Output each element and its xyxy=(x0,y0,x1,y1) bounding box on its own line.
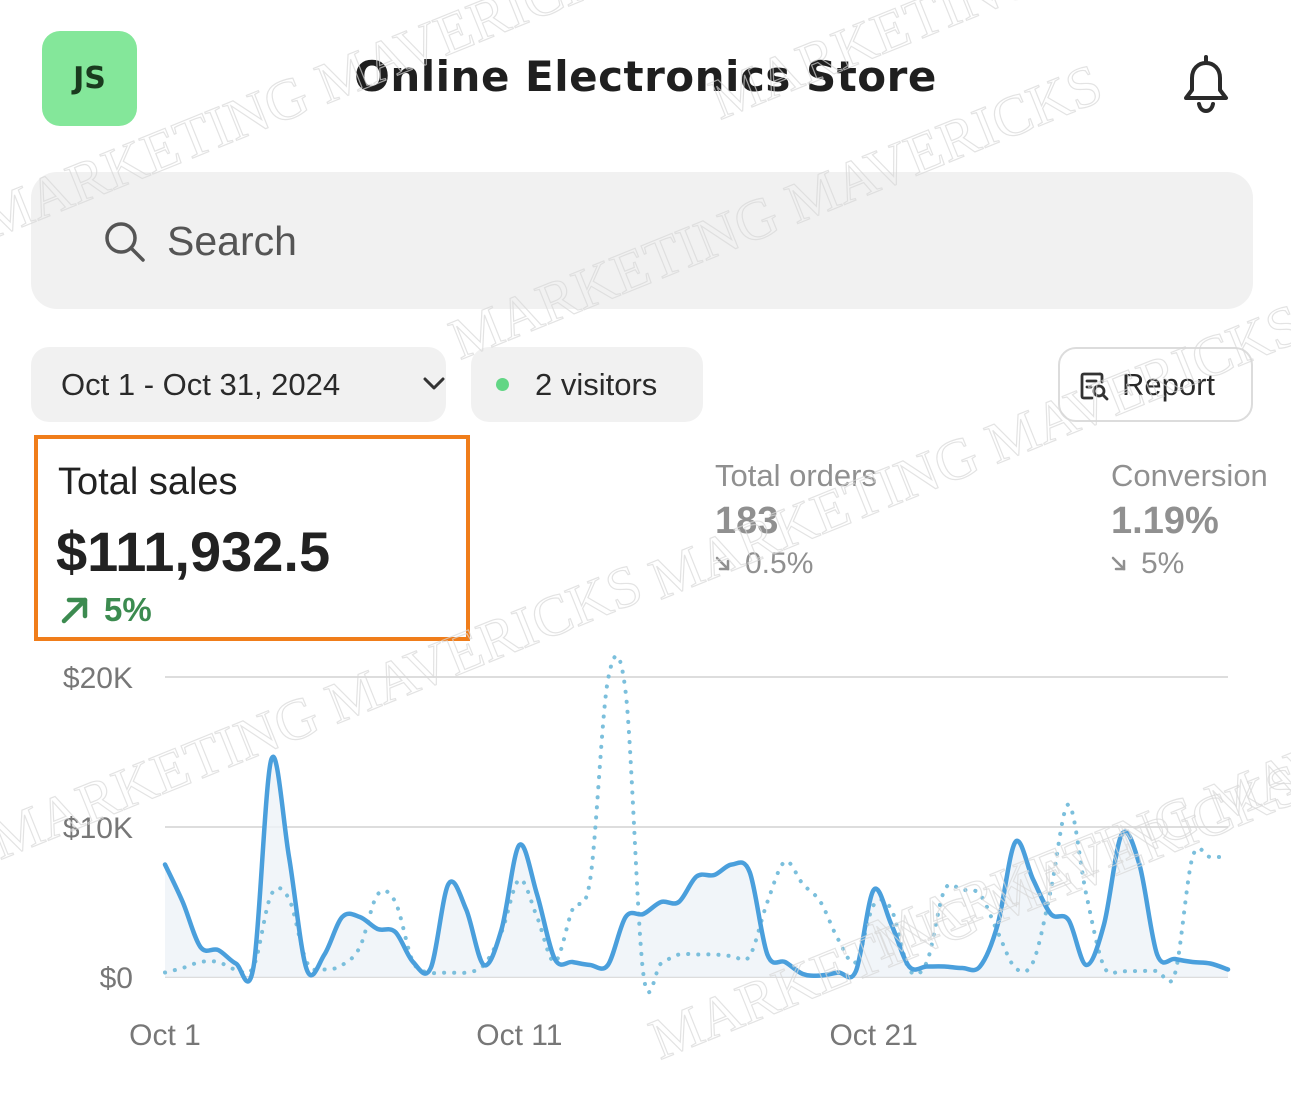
report-icon xyxy=(1080,372,1109,401)
search-input[interactable] xyxy=(165,208,1229,274)
total-orders-change: 0.5% xyxy=(715,547,877,581)
arrow-down-right-icon xyxy=(715,556,730,571)
bell-icon[interactable] xyxy=(1172,50,1240,118)
conversion-label: Conversion xyxy=(1111,458,1268,493)
visitors-label: 2 visitors xyxy=(535,366,658,402)
metric-conversion[interactable]: Conversion 1.19% 5% xyxy=(1111,458,1268,581)
metric-total-orders[interactable]: Total orders 183 0.5% xyxy=(715,458,877,581)
chevron-down-icon xyxy=(423,377,445,390)
x-axis-ticks: Oct 1 Oct 11 Oct 21 xyxy=(129,1019,918,1052)
total-orders-value: 183 xyxy=(715,500,779,542)
total-sales-change-value: 5% xyxy=(104,591,152,628)
sales-line-chart: $0 $10K $20K Oct 1 Oct 11 Oct 21 xyxy=(63,653,1231,1052)
y-tick-label: $10K xyxy=(63,812,133,845)
arrow-up-right-icon xyxy=(61,597,88,624)
page-title: Online Electronics Store xyxy=(354,52,937,101)
total-sales-label: Total sales xyxy=(58,461,238,503)
live-status-dot xyxy=(496,378,509,391)
y-tick-label: $0 xyxy=(100,962,133,995)
total-sales-value: $111,932.5 xyxy=(56,520,331,583)
date-range-selector[interactable]: Oct 1 - Oct 31, 2024 xyxy=(31,347,446,422)
arrow-down-right-icon xyxy=(1111,556,1126,571)
search-bar[interactable] xyxy=(31,172,1253,309)
conversion-change: 5% xyxy=(1111,547,1268,581)
total-orders-change-value: 0.5% xyxy=(745,547,814,580)
conversion-value: 1.19% xyxy=(1111,500,1219,542)
conversion-change-value: 5% xyxy=(1141,547,1185,580)
visitors-chip[interactable]: 2 visitors xyxy=(471,347,703,422)
y-axis-ticks: $0 $10K $20K xyxy=(63,662,133,995)
series-area-fill xyxy=(165,756,1228,982)
x-tick-label: Oct 21 xyxy=(829,1019,917,1052)
report-button[interactable]: Report xyxy=(1058,347,1253,422)
report-label: Report xyxy=(1122,366,1216,402)
total-sales-change: 5% xyxy=(60,591,152,629)
search-icon xyxy=(105,222,145,262)
chart-series xyxy=(162,653,1231,995)
avatar[interactable]: JS xyxy=(42,31,137,126)
x-tick-label: Oct 1 xyxy=(129,1019,201,1052)
y-tick-label: $20K xyxy=(63,662,133,695)
metric-total-sales[interactable]: Total sales $111,932.5 5% xyxy=(34,435,470,641)
total-orders-label: Total orders xyxy=(715,458,877,493)
date-range-label: Oct 1 - Oct 31, 2024 xyxy=(61,366,341,402)
x-tick-label: Oct 11 xyxy=(476,1019,562,1052)
